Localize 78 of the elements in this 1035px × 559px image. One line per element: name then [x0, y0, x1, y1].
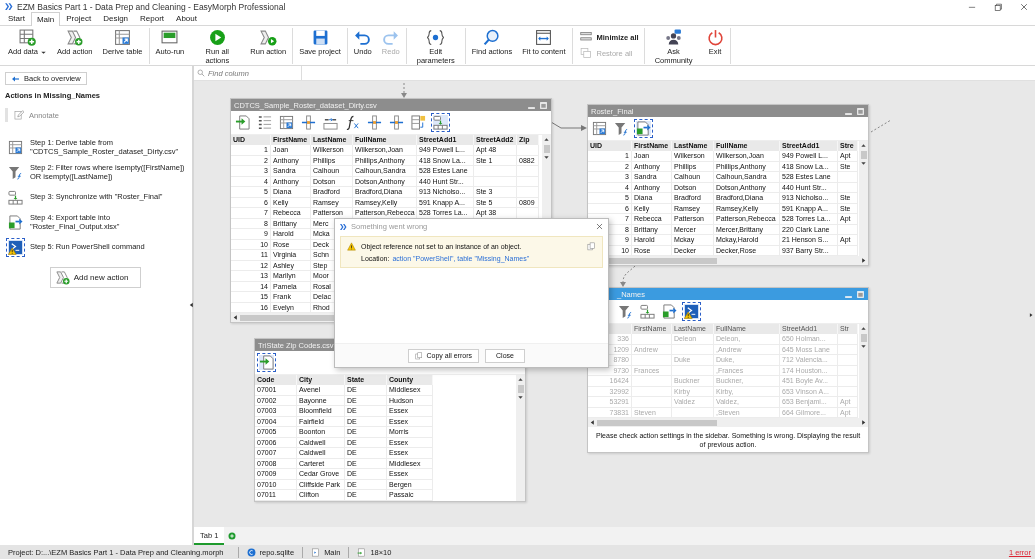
sync-icon[interactable] [8, 189, 23, 205]
column-insert-icon[interactable] [301, 115, 316, 130]
maximize-icon[interactable] [539, 100, 548, 110]
app-icon [339, 222, 347, 231]
maximize-icon[interactable] [856, 106, 865, 116]
expand-arrow-icon[interactable] [1028, 311, 1034, 319]
pivot-icon[interactable] [411, 115, 426, 130]
play-icon [208, 29, 226, 46]
menu-tab[interactable]: About [170, 12, 203, 25]
restore-icon [577, 47, 594, 59]
table-icon[interactable] [8, 139, 23, 155]
fit-icon [535, 29, 553, 46]
save-icon [311, 29, 329, 46]
app-icon [4, 2, 13, 11]
search-icon [197, 69, 205, 77]
import-icon[interactable] [235, 115, 250, 130]
scroll-up-icon[interactable] [860, 142, 867, 149]
add-action-button[interactable]: Add new action [49, 267, 142, 288]
search-icon [483, 29, 501, 46]
back-arrow-icon [11, 74, 20, 83]
list-icon[interactable] [257, 115, 272, 130]
export-icon[interactable] [8, 214, 23, 230]
menu-tab[interactable]: Project [60, 12, 98, 25]
scrollbar[interactable] [516, 375, 525, 501]
sync-icon[interactable] [433, 115, 448, 130]
connector-arrow [620, 265, 636, 287]
table-icon[interactable] [592, 121, 607, 136]
filter-icon[interactable] [614, 121, 629, 136]
minimize-icon [577, 31, 594, 43]
scroll-thumb[interactable] [517, 385, 524, 393]
menu-tab[interactable]: Start [2, 12, 31, 25]
connector-arrow [550, 121, 587, 131]
redo-icon [382, 29, 400, 46]
connector-line [870, 119, 892, 133]
scrollbar[interactable] [859, 141, 868, 256]
filter-icon[interactable] [8, 164, 23, 180]
action-add-icon [54, 270, 70, 285]
function-icon[interactable] [345, 115, 360, 130]
database-icon [246, 547, 256, 557]
table-add-icon [19, 29, 36, 46]
scroll-thumb[interactable] [860, 151, 867, 159]
undo-icon [354, 29, 372, 46]
module-icon [311, 547, 321, 557]
connector-arrow [401, 82, 407, 98]
column-insert-icon[interactable] [389, 115, 404, 130]
menu-tab[interactable]: Report [134, 12, 171, 25]
close-icon[interactable] [595, 222, 604, 231]
menu-tab[interactable]: Design [97, 12, 135, 25]
window-title: EZM Basics Part 1 - Data Prep and Cleaning - EasyMorph Professional [17, 1, 286, 12]
toggle-icon [161, 29, 179, 46]
scroll-thumb[interactable] [543, 145, 550, 153]
table-size-icon [357, 547, 367, 557]
scroll-up-icon[interactable] [543, 136, 550, 143]
power-icon [706, 29, 724, 46]
close-icon[interactable] [1019, 1, 1029, 12]
menu-tab[interactable]: Main [30, 12, 61, 26]
scroll-down-icon[interactable] [517, 394, 524, 401]
scroll-up-icon[interactable] [517, 376, 524, 383]
restore-icon[interactable] [993, 1, 1003, 12]
table-icon[interactable] [279, 115, 294, 130]
parameters-icon [427, 29, 445, 46]
add-tab-icon[interactable] [228, 532, 237, 540]
column-insert-icon[interactable] [367, 115, 382, 130]
action-add-icon [66, 29, 84, 46]
people-icon [665, 29, 683, 46]
scroll-down-icon[interactable] [860, 160, 867, 167]
scroll-down-icon[interactable] [543, 154, 550, 161]
import-icon[interactable] [259, 355, 274, 370]
export-icon[interactable] [636, 121, 651, 136]
collapse-arrow-icon[interactable] [188, 301, 195, 309]
table-icon [114, 29, 131, 46]
copy-icon [415, 351, 424, 360]
rename-icon[interactable] [323, 115, 338, 130]
warning-icon [347, 242, 356, 251]
pencil-icon [14, 110, 24, 120]
terminal-warning-icon[interactable] [8, 239, 23, 255]
action-play-icon [259, 29, 277, 46]
scroll-left-icon[interactable] [232, 314, 239, 321]
